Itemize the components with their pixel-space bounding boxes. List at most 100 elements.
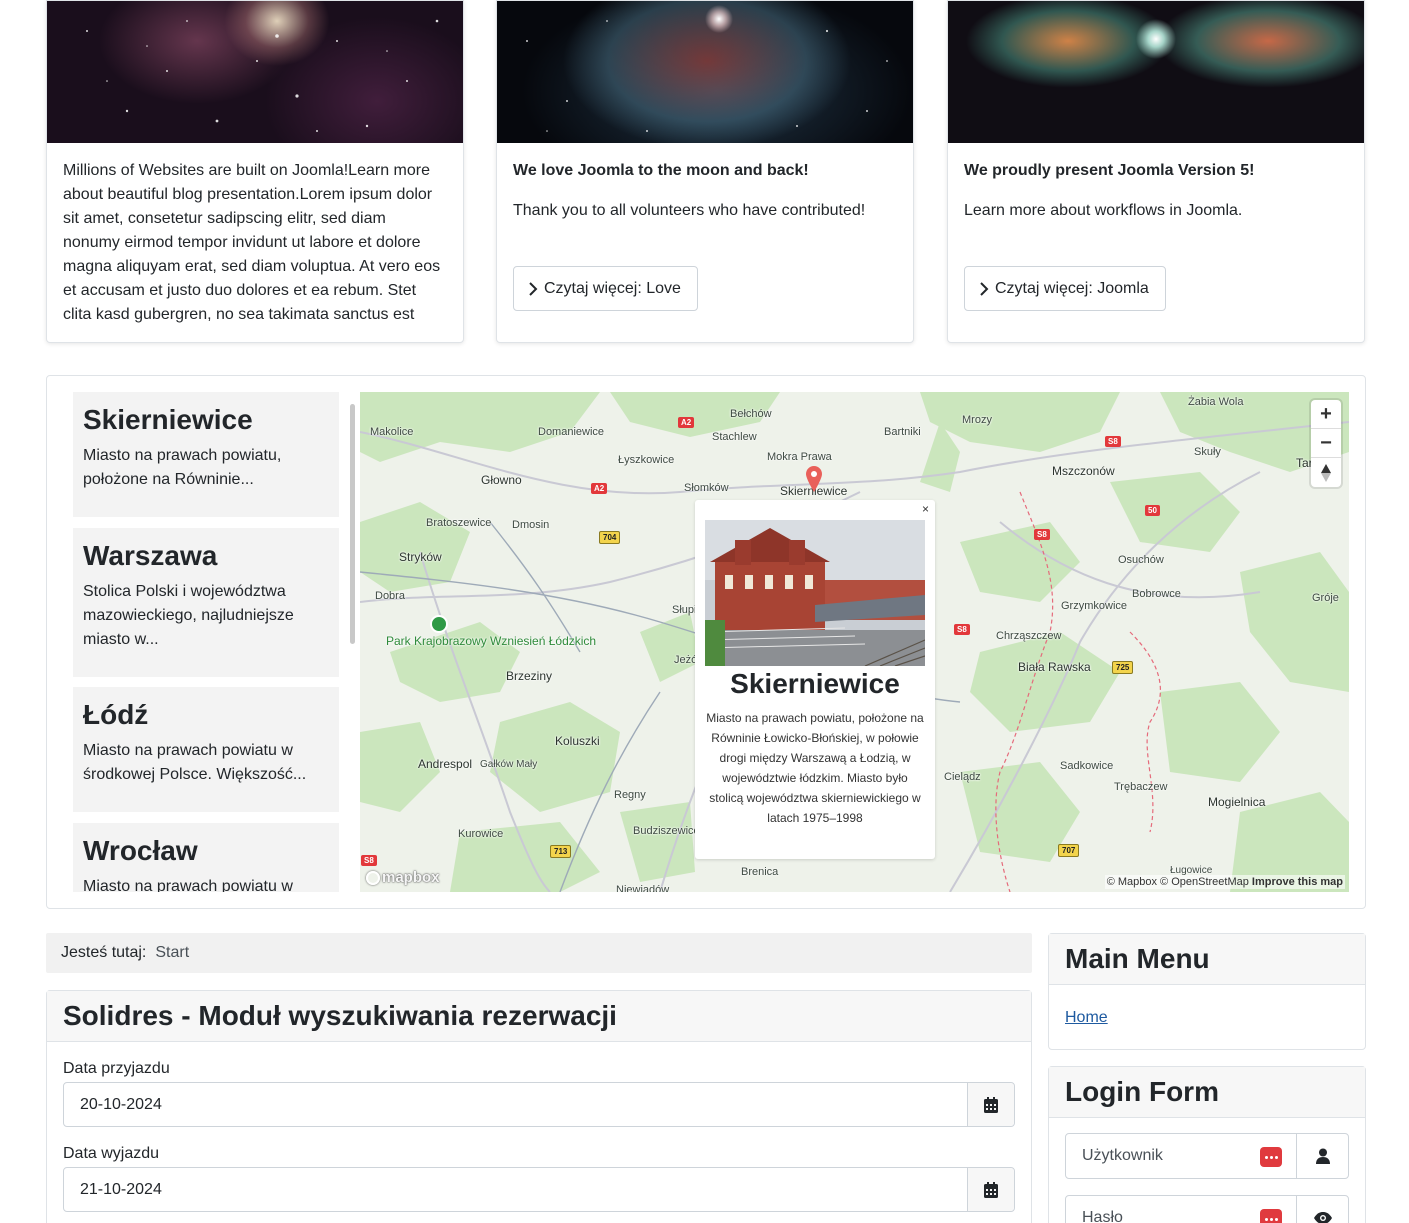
map-place-label: Brenica — [741, 866, 779, 878]
map-place-label: Stachlew — [712, 431, 757, 443]
read-more-joomla-button[interactable]: Czytaj więcej: Joomla — [964, 266, 1166, 311]
map-place-label: Dobra — [375, 590, 405, 602]
map-module: Skierniewice Miasto na prawach powiatu, … — [46, 375, 1366, 909]
popup-title: Skierniewice — [730, 668, 900, 699]
mapbox-logo-text: mapbox — [382, 869, 440, 886]
password-placeholder: Hasło — [1082, 1209, 1123, 1223]
menu-item-home[interactable]: Home — [1065, 1009, 1349, 1027]
road-shield: A2 — [591, 483, 608, 494]
show-password-button[interactable] — [1296, 1196, 1348, 1223]
departure-calendar-button[interactable] — [967, 1168, 1014, 1211]
read-more-label: Czytaj więcej: Joomla — [995, 279, 1149, 297]
password-field[interactable]: Hasło — [1065, 1195, 1349, 1223]
location-list-scrollbar[interactable] — [350, 404, 355, 644]
chevron-right-icon — [529, 281, 538, 296]
card-text: Thank you to all volunteers who have con… — [513, 202, 866, 219]
arrival-date-field[interactable]: 20-10-2024 — [63, 1082, 1015, 1127]
map-zoom-controls: + − — [1311, 400, 1341, 487]
road-shield: S8 — [1034, 529, 1050, 540]
zoom-in-button[interactable]: + — [1311, 400, 1341, 429]
map-place-label: Brzeziny — [506, 669, 553, 683]
mapbox-logo-icon — [366, 870, 380, 885]
compass-reset-button[interactable] — [1311, 458, 1341, 487]
map-popup: × Skierniewice Miasto na prawach powiatu… — [695, 500, 935, 859]
zoom-out-button[interactable]: − — [1311, 429, 1341, 458]
user-icon — [1315, 1148, 1330, 1164]
map-place-label: Biała Rawska — [1018, 660, 1091, 674]
map-place-label: Słomków — [684, 482, 729, 494]
map-place-label: Bełchów — [730, 408, 772, 420]
map-place-label: Łyszkowice — [618, 454, 675, 466]
popup-close-button[interactable]: × — [922, 502, 929, 516]
main-menu-module: Main Menu Home — [1048, 933, 1366, 1050]
map-place-label: Osuchów — [1118, 554, 1164, 566]
map-place-label: Głowno — [481, 473, 522, 487]
map-place-label: Stryków — [399, 550, 442, 564]
road-shield: S8 — [1105, 436, 1121, 447]
road-shield: A2 — [678, 417, 695, 428]
card-heading: We love Joomla to the moon and back! — [513, 162, 809, 179]
login-form-module: Login Form Użytkownik Hasło — [1048, 1066, 1366, 1223]
location-list[interactable]: Skierniewice Miasto na prawach powiatu, … — [73, 392, 339, 892]
arrival-date-value[interactable]: 20-10-2024 — [64, 1083, 967, 1126]
departure-date-field[interactable]: 21-10-2024 — [63, 1167, 1015, 1212]
read-more-love-button[interactable]: Czytaj więcej: Love — [513, 266, 698, 311]
map-place-label: Mokra Prawa — [767, 451, 832, 463]
departure-date-value[interactable]: 21-10-2024 — [64, 1168, 967, 1211]
password-manager-icon[interactable] — [1260, 1147, 1282, 1167]
breadcrumb: Jesteś tutaj: Start — [46, 933, 1032, 973]
card-heading: We proudly present Joomla Version 5! — [964, 162, 1255, 179]
location-item-lodz[interactable]: Łódź Miasto na prawach powiatu w środkow… — [73, 687, 339, 812]
road-shield: 713 — [550, 845, 572, 858]
eye-icon — [1313, 1212, 1332, 1223]
map-place-label: Budziszewice — [633, 825, 700, 837]
location-name: Warszawa — [83, 540, 218, 571]
card-text: Learn more about workflows in Joomla. — [964, 202, 1243, 219]
map-canvas[interactable]: Bełchów Makolice Domaniewice Stachlew Ba… — [360, 392, 1349, 892]
map-place-label: Mszczonów — [1052, 464, 1115, 478]
attribution-text[interactable]: © Mapbox © OpenStreetMap — [1107, 876, 1249, 888]
improve-map-link[interactable]: Improve this map — [1252, 876, 1343, 888]
departure-date-label: Data wyjazdu — [63, 1145, 160, 1162]
park-label: Park Krajobrazowy Wzniesień Łódzkich — [386, 634, 597, 648]
article-card-love: We love Joomla to the moon and back! Tha… — [496, 0, 914, 343]
mapbox-logo[interactable]: mapbox — [366, 869, 440, 886]
username-placeholder: Użytkownik — [1082, 1147, 1163, 1164]
road-shield: S8 — [954, 624, 970, 635]
map-place-label: Regny — [614, 789, 646, 801]
butterfly-nebula-image — [948, 1, 1364, 143]
password-input[interactable]: Hasło — [1066, 1196, 1296, 1223]
map-attribution: © Mapbox © OpenStreetMap Improve this ma… — [1104, 875, 1345, 889]
username-field[interactable]: Użytkownik — [1065, 1133, 1349, 1179]
map-place-label: Gróje — [1312, 592, 1339, 604]
map-place-label: Cielądz — [944, 771, 981, 783]
map-place-label: Słupi — [672, 604, 697, 616]
location-pin-icon[interactable] — [806, 466, 822, 492]
login-form-title: Login Form — [1049, 1067, 1365, 1118]
location-excerpt: Stolica Polski i województwa mazowieckie… — [83, 583, 294, 648]
arrival-calendar-button[interactable] — [967, 1083, 1014, 1126]
map-place-label: Skuły — [1194, 446, 1221, 458]
map-place-label: Dmosin — [512, 519, 550, 531]
red-nebula-image — [497, 1, 913, 143]
map-place-label: Sadkowice — [1060, 760, 1114, 772]
article-card-joomla5: We proudly present Joomla Version 5! Lea… — [947, 0, 1365, 343]
location-excerpt: Miasto na prawach powiatu, położone na R… — [83, 447, 282, 488]
map-place-label: Makolice — [370, 426, 414, 438]
map-place-label: Bobrowce — [1132, 588, 1181, 600]
road-shield: 725 — [1112, 661, 1134, 674]
compass-icon — [1321, 463, 1331, 482]
map-place-label: Żabia Wola — [1188, 396, 1244, 408]
location-item-warszawa[interactable]: Warszawa Stolica Polski i województwa ma… — [73, 528, 339, 677]
user-icon-addon — [1296, 1134, 1348, 1178]
location-item-wroclaw[interactable]: Wrocław Miasto na prawach powiatu w — [73, 823, 339, 892]
card-text: Millions of Websites are built on Joomla… — [63, 162, 441, 323]
popup-description: Miasto na prawach powiatu, położone na R… — [706, 711, 924, 825]
password-manager-icon[interactable] — [1260, 1209, 1282, 1223]
map-place-label: Domaniewice — [538, 426, 605, 438]
map-place-label: Niewiadów — [616, 884, 670, 892]
map-place-label: Gałków Mały — [480, 759, 538, 770]
map-place-label: Chrząszczew — [996, 630, 1062, 642]
location-item-skierniewice[interactable]: Skierniewice Miasto na prawach powiatu, … — [73, 392, 339, 517]
username-input[interactable]: Użytkownik — [1066, 1134, 1296, 1178]
